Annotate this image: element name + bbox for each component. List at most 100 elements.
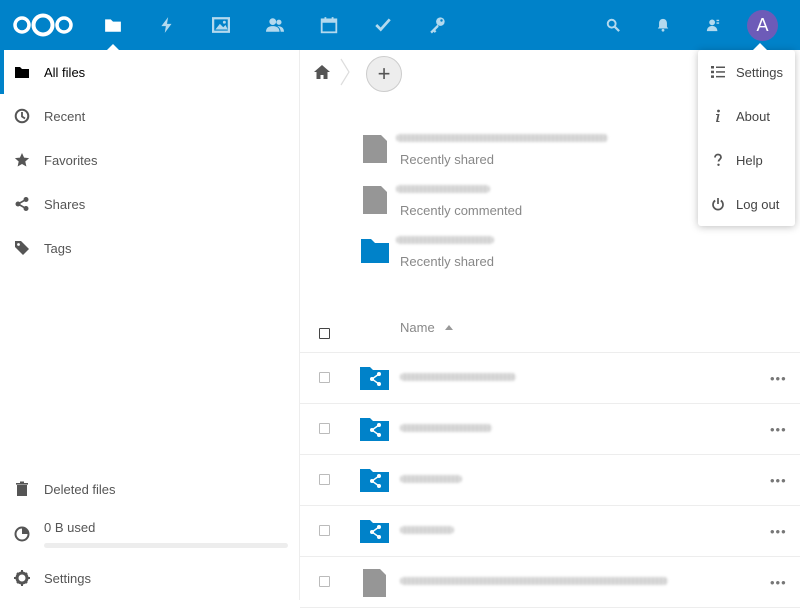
menu-item-logout[interactable]: Log out bbox=[698, 182, 795, 226]
menu-item-settings[interactable]: Settings bbox=[698, 50, 795, 94]
help-icon bbox=[710, 152, 726, 168]
sidebar-item-recent[interactable]: Recent bbox=[0, 94, 299, 138]
image-icon bbox=[212, 17, 230, 33]
sidebar-item-label: Favorites bbox=[44, 152, 98, 168]
sidebar-item-tags[interactable]: Tags bbox=[0, 226, 299, 270]
new-button[interactable]: + bbox=[366, 56, 402, 92]
row-checkbox[interactable] bbox=[319, 474, 330, 485]
app-contacts[interactable] bbox=[248, 0, 302, 50]
user-avatar[interactable]: A bbox=[747, 10, 778, 41]
app-calendar[interactable] bbox=[302, 0, 356, 50]
row-actions-menu[interactable]: ••• bbox=[770, 371, 787, 386]
folder-icon bbox=[361, 239, 389, 263]
app-files[interactable] bbox=[86, 0, 140, 50]
search-button[interactable] bbox=[591, 0, 635, 50]
share-icon bbox=[14, 196, 30, 212]
blurred-filename bbox=[400, 475, 462, 483]
app-activity[interactable] bbox=[140, 0, 194, 50]
key-icon bbox=[430, 17, 445, 34]
home-icon[interactable] bbox=[314, 64, 330, 80]
menu-item-label: About bbox=[736, 108, 770, 124]
sidebar-item-label: Recent bbox=[44, 108, 86, 124]
row-checkbox[interactable] bbox=[319, 576, 330, 587]
sidebar-item-favorites[interactable]: Favorites bbox=[0, 138, 299, 182]
sidebar-item-all-files[interactable]: All files bbox=[0, 50, 299, 94]
menu-item-about[interactable]: About bbox=[698, 94, 795, 138]
row-actions-menu[interactable]: ••• bbox=[770, 473, 787, 488]
row-actions-menu[interactable]: ••• bbox=[770, 575, 787, 590]
file-list-header: Name bbox=[300, 308, 800, 353]
blurred-filename bbox=[400, 424, 492, 432]
recommendation-reason: Recently shared bbox=[400, 254, 494, 269]
row-checkbox[interactable] bbox=[319, 372, 330, 383]
blurred-filename bbox=[396, 185, 490, 193]
file-icon bbox=[363, 135, 387, 163]
nextcloud-logo[interactable] bbox=[12, 13, 74, 37]
row-checkbox[interactable] bbox=[319, 423, 330, 434]
recommendation-item[interactable]: Recently commented bbox=[360, 185, 660, 233]
app-passwords[interactable] bbox=[410, 0, 464, 50]
sidebar-item-label: Shares bbox=[44, 196, 86, 212]
table-row[interactable]: ••• bbox=[300, 404, 800, 455]
folder-icon bbox=[105, 19, 121, 32]
menu-item-help[interactable]: Help bbox=[698, 138, 795, 182]
shared-folder-icon bbox=[360, 418, 389, 441]
select-all-checkbox[interactable] bbox=[319, 328, 330, 339]
menu-item-label: Log out bbox=[736, 196, 780, 212]
sidebar-item-label: Settings bbox=[44, 570, 91, 586]
sidebar-item-label: All files bbox=[44, 64, 86, 80]
sidebar-item-label: Deleted files bbox=[44, 481, 116, 497]
blurred-filename bbox=[396, 236, 494, 244]
blurred-filename bbox=[400, 526, 454, 534]
app-gallery[interactable] bbox=[194, 0, 248, 50]
trash-icon bbox=[14, 481, 30, 497]
notifications-button[interactable] bbox=[641, 0, 685, 50]
folder-icon bbox=[14, 64, 30, 80]
table-row[interactable]: ••• bbox=[300, 353, 800, 404]
calendar-icon bbox=[320, 17, 338, 34]
blurred-filename bbox=[400, 577, 668, 585]
table-row[interactable]: ••• bbox=[300, 506, 800, 557]
recommendation-reason: Recently shared bbox=[400, 152, 494, 167]
app-tasks[interactable] bbox=[356, 0, 410, 50]
sidebar-item-label: Tags bbox=[44, 240, 72, 256]
avatar-letter: A bbox=[756, 15, 769, 35]
menu-item-label: Settings bbox=[736, 64, 783, 80]
menu-item-label: Help bbox=[736, 152, 763, 168]
sidebar-item-shares[interactable]: Shares bbox=[0, 182, 299, 226]
clock-icon bbox=[14, 108, 30, 124]
name-column-header[interactable]: Name bbox=[400, 320, 453, 335]
file-icon bbox=[363, 186, 387, 214]
table-row[interactable]: ••• bbox=[300, 557, 800, 608]
user-menu-dropdown: Settings About Help Log out bbox=[698, 43, 795, 226]
blurred-filename bbox=[396, 134, 608, 142]
sidebar-item-deleted-files[interactable]: Deleted files bbox=[0, 467, 299, 511]
recommendation-item[interactable]: Recently shared bbox=[360, 134, 660, 182]
name-column-label: Name bbox=[400, 320, 435, 335]
blurred-filename bbox=[400, 373, 516, 381]
app-navigation: All files Recent Favorites Shares Tags D… bbox=[0, 50, 300, 600]
recommendation-item[interactable]: Recently shared bbox=[360, 236, 660, 284]
star-icon bbox=[14, 152, 30, 168]
contacts-menu-button[interactable] bbox=[691, 0, 735, 50]
bell-icon bbox=[657, 18, 669, 32]
contacts-icon bbox=[266, 18, 284, 32]
list-settings-icon bbox=[710, 64, 726, 80]
gear-icon bbox=[14, 570, 30, 586]
shared-folder-icon bbox=[360, 520, 389, 543]
breadcrumb-separator bbox=[340, 58, 350, 86]
row-checkbox[interactable] bbox=[319, 525, 330, 536]
tag-icon bbox=[14, 240, 30, 256]
sidebar-item-settings[interactable]: Settings bbox=[0, 556, 299, 600]
quota-bar bbox=[44, 543, 288, 548]
shared-folder-icon bbox=[360, 469, 389, 492]
shared-folder-icon bbox=[360, 367, 389, 390]
row-actions-menu[interactable]: ••• bbox=[770, 422, 787, 437]
top-bar: A bbox=[0, 0, 800, 50]
info-icon bbox=[710, 108, 726, 124]
table-row[interactable]: ••• bbox=[300, 455, 800, 506]
power-icon bbox=[710, 196, 726, 212]
file-icon bbox=[363, 569, 386, 597]
search-icon bbox=[606, 18, 620, 32]
row-actions-menu[interactable]: ••• bbox=[770, 524, 787, 539]
